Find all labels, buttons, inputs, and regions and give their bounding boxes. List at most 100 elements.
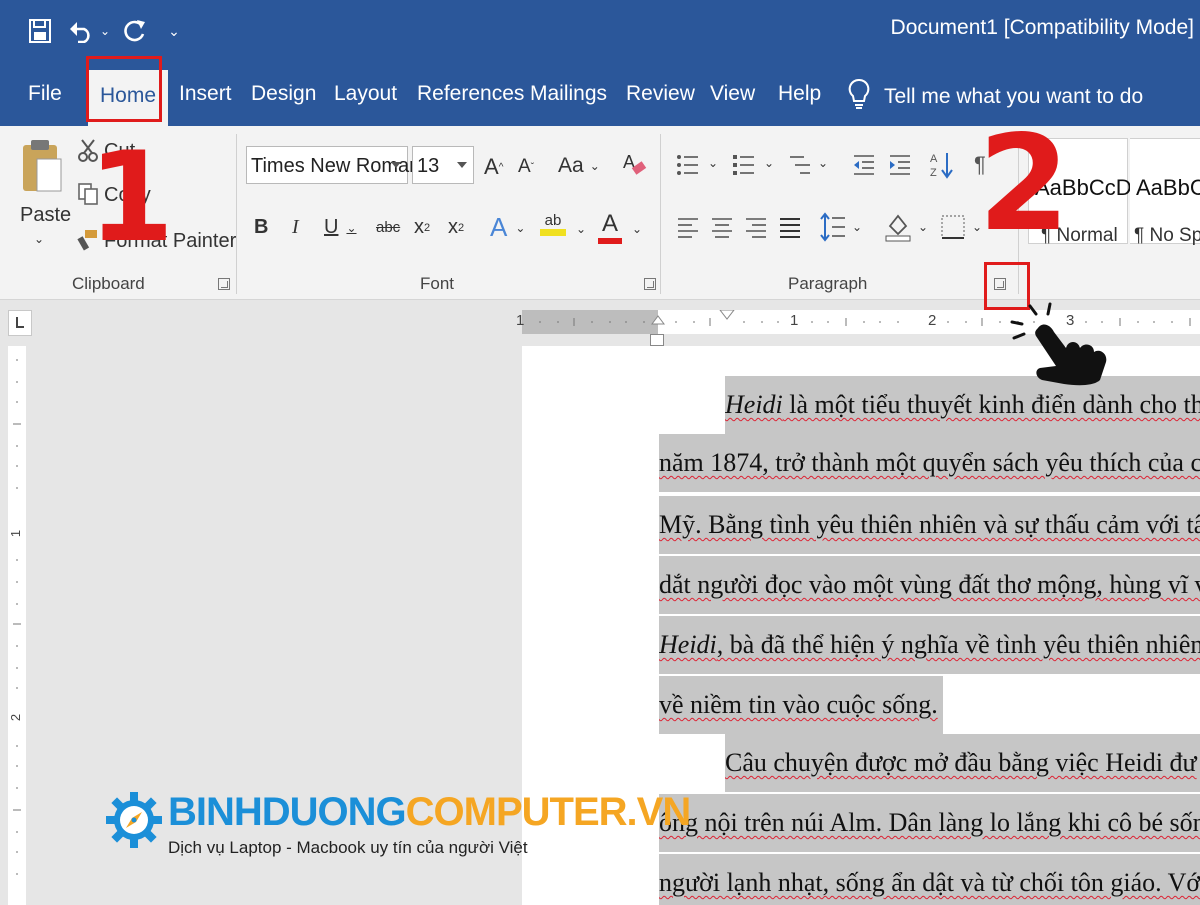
clipboard-group-label: Clipboard <box>72 274 145 293</box>
vertical-ruler-mark: 1 <box>8 529 24 538</box>
style-no-spacing-sample: AaBbC <box>1136 175 1200 200</box>
undo-dropdown-icon[interactable]: ⌄ <box>98 14 112 48</box>
chevron-down-icon <box>457 162 467 168</box>
chevron-down-icon[interactable]: ⌄ <box>764 156 774 170</box>
paste-icon[interactable] <box>18 136 64 196</box>
tab-references[interactable]: References <box>417 82 524 106</box>
line-spacing-icon[interactable] <box>820 212 846 242</box>
title-bar: ⌄ ⌄ Document1 [Compatibility Mode] <box>0 0 1200 64</box>
font-color-button[interactable]: A <box>598 210 622 244</box>
decrease-indent-icon[interactable] <box>852 152 876 178</box>
chevron-down-icon[interactable]: ⌄ <box>576 222 586 236</box>
font-name-combo[interactable]: Times New Romar <box>246 146 416 184</box>
tab-file[interactable]: File <box>28 82 62 106</box>
numbering-icon[interactable] <box>732 152 756 178</box>
superscript-label: x <box>448 216 458 238</box>
align-center-icon[interactable] <box>710 214 734 240</box>
save-icon[interactable] <box>26 14 54 48</box>
highlight-label: ab <box>544 212 562 229</box>
document-text-run: Heidi <box>725 390 783 419</box>
highlight-button[interactable]: ab <box>540 212 566 236</box>
chevron-down-icon[interactable]: ⌄ <box>708 156 718 170</box>
font-size-combo[interactable]: 13 <box>412 146 474 184</box>
font-color-swatch <box>598 238 622 244</box>
text-effects-button[interactable]: A ⌄ <box>490 212 525 243</box>
tab-insert[interactable]: Insert <box>179 82 232 106</box>
document-line[interactable]: Mỹ. Bằng tình yêu thiên nhiên và sự thấu… <box>659 496 1200 554</box>
underline-label: U <box>324 216 339 238</box>
chevron-down-icon[interactable]: ⌄ <box>818 156 828 170</box>
increase-indent-icon[interactable] <box>888 152 912 178</box>
undo-icon[interactable] <box>66 14 96 48</box>
tab-design[interactable]: Design <box>251 82 316 106</box>
style-no-spacing[interactable]: AaBbC ¶ No Spa <box>1130 138 1200 246</box>
grow-font-label: A <box>484 154 499 179</box>
change-case-button[interactable]: Aa ⌄ <box>558 154 600 178</box>
tab-view[interactable]: View <box>710 82 755 106</box>
chevron-down-icon[interactable]: ⌄ <box>632 222 642 236</box>
left-indent-marker[interactable] <box>650 334 664 346</box>
subscript-button[interactable]: x2 <box>414 216 430 239</box>
annotation-step-2: 2 <box>978 107 1070 261</box>
tell-me-text: Tell me what you want to do <box>884 85 1144 108</box>
document-line[interactable]: năm 1874, trở thành một quyển sách yêu t… <box>659 434 1200 492</box>
document-line[interactable]: Heidi là một tiểu thuyết kinh điển dành … <box>725 376 1200 434</box>
sort-icon[interactable]: AZ <box>930 150 954 180</box>
gear-logo-icon <box>106 792 162 848</box>
document-line[interactable]: về niềm tin vào cuộc sống. <box>659 676 943 734</box>
highlight-color-swatch <box>540 229 566 236</box>
redo-icon[interactable] <box>120 14 150 48</box>
shading-icon[interactable] <box>884 212 912 242</box>
document-text-run: Heidi <box>659 630 717 659</box>
tab-selector[interactable] <box>8 310 32 336</box>
shrink-font-label: A <box>518 156 531 177</box>
align-right-icon[interactable] <box>744 214 768 240</box>
chevron-down-icon: ⌄ <box>346 220 357 235</box>
clipboard-launcher-icon[interactable] <box>218 278 230 290</box>
tab-layout[interactable]: Layout <box>334 82 397 106</box>
underline-button[interactable]: U ⌄ <box>324 216 357 239</box>
bullets-icon[interactable] <box>676 152 700 178</box>
paste-button[interactable]: Paste <box>20 204 71 227</box>
borders-icon[interactable] <box>940 214 966 240</box>
tab-help[interactable]: Help <box>778 82 821 106</box>
document-line[interactable]: Heidi, bà đã thể hiện ý nghĩa về tình yê… <box>659 616 1200 674</box>
document-line[interactable]: dắt người đọc vào một vùng đất thơ mộng,… <box>659 556 1200 614</box>
superscript-button[interactable]: x2 <box>448 216 464 239</box>
document-line[interactable]: Câu chuyện được mở đầu bằng việc Heidi đ… <box>725 734 1200 792</box>
document-text-run: ông nội trên núi Alm. Dân làng lo lắng k… <box>659 808 1200 837</box>
watermark-brand-part1: BINHDUONG <box>168 790 407 834</box>
justify-icon[interactable] <box>778 214 802 240</box>
chevron-down-icon[interactable]: ⌄ <box>852 220 862 234</box>
document-text-run: về niềm tin vào cuộc sống. <box>659 690 938 719</box>
strikethrough-button[interactable]: abc <box>376 219 400 236</box>
customize-qat-icon[interactable]: ⌄ <box>166 14 182 48</box>
tab-mailings[interactable]: Mailings <box>530 82 607 106</box>
chevron-down-icon[interactable]: ⌄ <box>918 220 928 234</box>
tab-review[interactable]: Review <box>626 82 695 106</box>
chevron-down-icon: ⌄ <box>515 220 526 235</box>
annotation-step-1: 1 <box>88 126 175 270</box>
clear-formatting-icon[interactable]: A <box>620 150 648 180</box>
svg-text:A: A <box>930 153 938 165</box>
font-launcher-icon[interactable] <box>644 278 656 290</box>
superscript-mark: 2 <box>458 221 465 234</box>
document-text-run: , bà đã thể hiện ý nghĩa về tình yêu thi… <box>716 630 1200 659</box>
lightbulb-icon <box>848 78 870 116</box>
grow-font-button[interactable]: A ^ <box>484 154 503 180</box>
document-line[interactable]: người lạnh nhạt, sống ẩn dật và từ chối … <box>659 854 1200 905</box>
vertical-ruler[interactable]: 1 2 <box>8 346 26 905</box>
bold-button[interactable]: B <box>254 216 268 239</box>
change-case-label: Aa <box>558 154 584 177</box>
pointer-hand-icon <box>1008 300 1118 390</box>
document-line[interactable]: ông nội trên núi Alm. Dân làng lo lắng k… <box>659 794 1200 852</box>
shrink-font-button[interactable]: Aˇ <box>518 156 534 178</box>
subscript-label: x <box>414 216 424 238</box>
italic-button[interactable]: I <box>292 216 299 239</box>
document-text-run: Mỹ. Bằng tình yêu thiên nhiên và sự thấu… <box>659 510 1200 539</box>
paste-dropdown-icon[interactable]: ⌄ <box>34 232 44 246</box>
align-left-icon[interactable] <box>676 214 700 240</box>
font-size-value: 13 <box>417 155 440 177</box>
down-caret-icon: ˇ <box>530 161 535 173</box>
multilevel-list-icon[interactable] <box>788 152 812 178</box>
